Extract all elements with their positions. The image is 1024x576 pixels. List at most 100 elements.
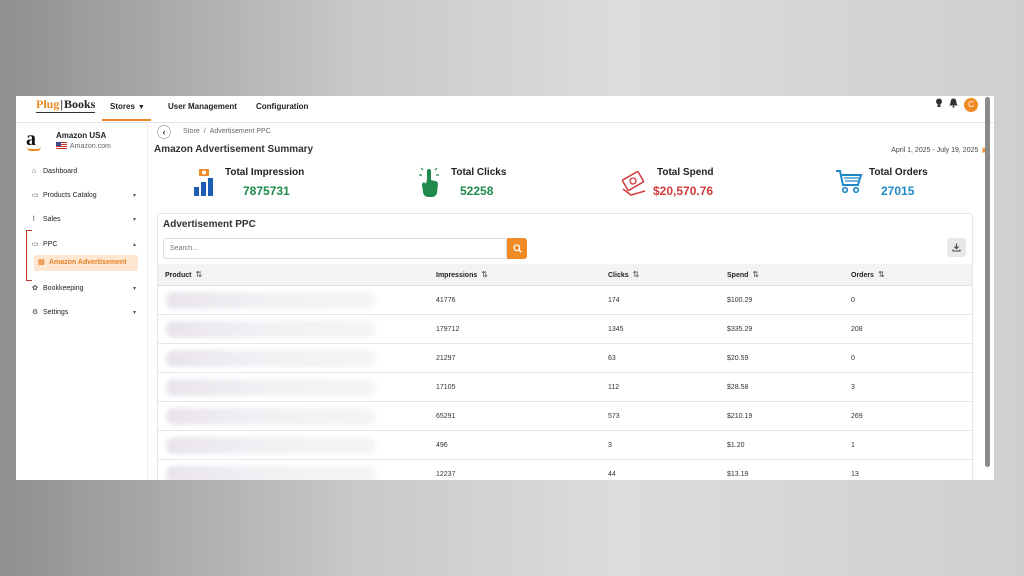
lightbulb-icon[interactable] — [935, 98, 943, 112]
table-row[interactable]: 179712 1345 $335.29 208 — [158, 315, 972, 344]
cell-orders: 13 — [851, 471, 859, 478]
cell-orders: 0 — [851, 297, 855, 304]
product-cell-blurred — [166, 408, 376, 425]
sidebar: a Amazon USA Amazon.com ⌂ Dashboard ▭ Prod… — [16, 123, 148, 480]
product-cell-blurred — [166, 321, 376, 338]
us-flag-icon — [56, 142, 67, 149]
stat-impression-label: Total Impression — [225, 167, 305, 178]
amazon-logo: a — [26, 128, 36, 150]
page-title: Amazon Advertisement Summary — [154, 144, 314, 155]
sidebar-item-ppc[interactable]: ▭ PPC ▴ — [32, 238, 136, 252]
cell-clicks: 63 — [608, 355, 616, 362]
monitor-icon: ▭ — [32, 241, 39, 248]
search-button[interactable] — [507, 238, 527, 259]
chevron-down-icon: ▼ — [137, 104, 145, 111]
stat-clicks-value: 52258 — [460, 184, 494, 198]
chevron-down-icon: ▾ — [132, 286, 136, 292]
back-button[interactable]: ‹ — [157, 125, 171, 139]
sort-icon[interactable]: ⇅ — [481, 270, 488, 279]
cell-orders: 0 — [851, 355, 855, 362]
bell-icon[interactable] — [949, 98, 958, 112]
cell-spend: $210.19 — [727, 413, 753, 420]
breadcrumb-store[interactable]: Store — [183, 128, 200, 135]
column-header-product[interactable]: Product ⇅ — [165, 264, 202, 287]
nav-configuration[interactable]: Configuration — [256, 99, 308, 121]
vertical-scrollbar[interactable] — [985, 97, 990, 467]
table-row[interactable]: 41776 174 $100.29 0 — [158, 286, 972, 315]
nav-stores[interactable]: Stores ▼ — [102, 99, 151, 121]
sidebar-item-products-catalog[interactable]: ▭ Products Catalog ▾ — [32, 189, 136, 203]
search-input[interactable] — [163, 238, 507, 259]
column-header-orders[interactable]: Orders ⇅ — [851, 264, 885, 287]
product-cell-blurred — [166, 466, 376, 480]
stat-impression-value: 7875731 — [243, 184, 290, 198]
sidebar-item-sales[interactable]: ⌇ Sales ▾ — [32, 213, 136, 227]
date-range-picker[interactable]: April 1, 2025 - July 19, 2025▣ — [891, 146, 988, 154]
sidebar-item-settings[interactable]: ⚙ Settings ▾ — [32, 306, 136, 320]
plugbooks-logo[interactable]: Plug|Books — [36, 97, 96, 113]
store-selector[interactable]: a Amazon USA Amazon.com — [26, 129, 146, 155]
breadcrumb: Store / Advertisement PPC — [183, 128, 271, 135]
stat-spend-value: $20,570.76 — [653, 184, 714, 198]
chevron-down-icon: ▾ — [132, 193, 136, 199]
product-cell-blurred — [166, 350, 376, 367]
chevron-down-icon: ▾ — [132, 217, 136, 223]
stat-spend-label: Total Spend — [657, 167, 714, 178]
cell-spend: $335.29 — [727, 326, 753, 333]
cell-impressions: 17105 — [436, 384, 456, 391]
store-name: Amazon USA — [56, 131, 107, 140]
cell-impressions: 496 — [436, 442, 448, 449]
cell-clicks: 112 — [608, 384, 620, 391]
cell-impressions: 12237 — [436, 471, 456, 478]
table-row[interactable]: 21297 63 $20.59 0 — [158, 344, 972, 373]
column-header-clicks[interactable]: Clicks ⇅ — [608, 264, 639, 287]
table-header: Product ⇅ Impressions ⇅ Clicks ⇅ Spend ⇅ Ord… — [158, 264, 972, 286]
gear-cluster-icon: ✿ — [32, 285, 38, 292]
nav-user-management[interactable]: User Management — [168, 99, 237, 121]
money-spend-icon — [621, 170, 646, 196]
home-icon: ⌂ — [32, 168, 37, 175]
table-row[interactable]: 12237 44 $13.19 13 — [158, 460, 972, 480]
sidebar-item-bookkeeping[interactable]: ✿ Bookkeeping ▾ — [32, 282, 136, 296]
sidebar-item-dashboard[interactable]: ⌂ Dashboard — [32, 165, 136, 179]
sort-icon[interactable]: ⇅ — [878, 270, 885, 279]
stat-total-orders: Total Orders 27015 — [835, 167, 955, 201]
panel-title: Advertisement PPC — [163, 219, 256, 230]
cell-orders: 208 — [851, 326, 863, 333]
cell-orders: 269 — [851, 413, 863, 420]
stat-total-clicks: Total Clicks 52258 — [419, 167, 529, 201]
stat-total-impression: Total Impression 7875731 — [193, 167, 333, 201]
cell-orders: 3 — [851, 384, 855, 391]
column-header-spend[interactable]: Spend ⇅ — [727, 264, 759, 287]
sort-icon[interactable]: ⇅ — [195, 270, 202, 279]
download-button[interactable] — [947, 238, 966, 257]
cell-clicks: 44 — [608, 471, 616, 478]
chart-line-icon: ⌇ — [32, 216, 36, 223]
sort-icon[interactable]: ⇅ — [752, 270, 759, 279]
cell-clicks: 1345 — [608, 326, 624, 333]
table-row[interactable]: 496 3 $1.20 1 — [158, 431, 972, 460]
main-content: ‹ Store / Advertisement PPC Amazon Adverti… — [149, 123, 994, 480]
store-domain: Amazon.com — [56, 142, 111, 150]
app-window: Plug|Books Stores ▼ User Management Confi… — [16, 96, 994, 480]
sidebar-item-amazon-advertisement[interactable]: ▤ Amazon Advertisement — [34, 255, 138, 271]
top-icons: C — [935, 97, 978, 113]
user-avatar[interactable]: C — [964, 98, 978, 112]
cell-impressions: 21297 — [436, 355, 456, 362]
stat-orders-value: 27015 — [881, 184, 915, 198]
cell-impressions: 179712 — [436, 326, 460, 333]
column-header-impressions[interactable]: Impressions ⇅ — [436, 264, 488, 287]
pointer-hand-icon — [419, 167, 439, 198]
stat-total-spend: Total Spend $20,570.76 — [621, 167, 751, 201]
sort-icon[interactable]: ⇅ — [633, 270, 640, 279]
table-row[interactable]: 65291 573 $210.19 269 — [158, 402, 972, 431]
cell-impressions: 65291 — [436, 413, 456, 420]
chevron-up-icon: ▴ — [132, 242, 136, 248]
advertisement-ppc-panel: Advertisement PPC Product⇅ Impressions⇅ … — [157, 213, 973, 480]
cell-spend: $28.58 — [727, 384, 749, 391]
table-row[interactable]: 17105 112 $28.58 3 — [158, 373, 972, 402]
top-navbar: Plug|Books Stores ▼ User Management Confi… — [16, 96, 994, 123]
ad-icon: ▤ — [38, 259, 45, 266]
gear-icon: ⚙ — [32, 309, 39, 316]
breadcrumb-current: Advertisement PPC — [209, 128, 271, 135]
